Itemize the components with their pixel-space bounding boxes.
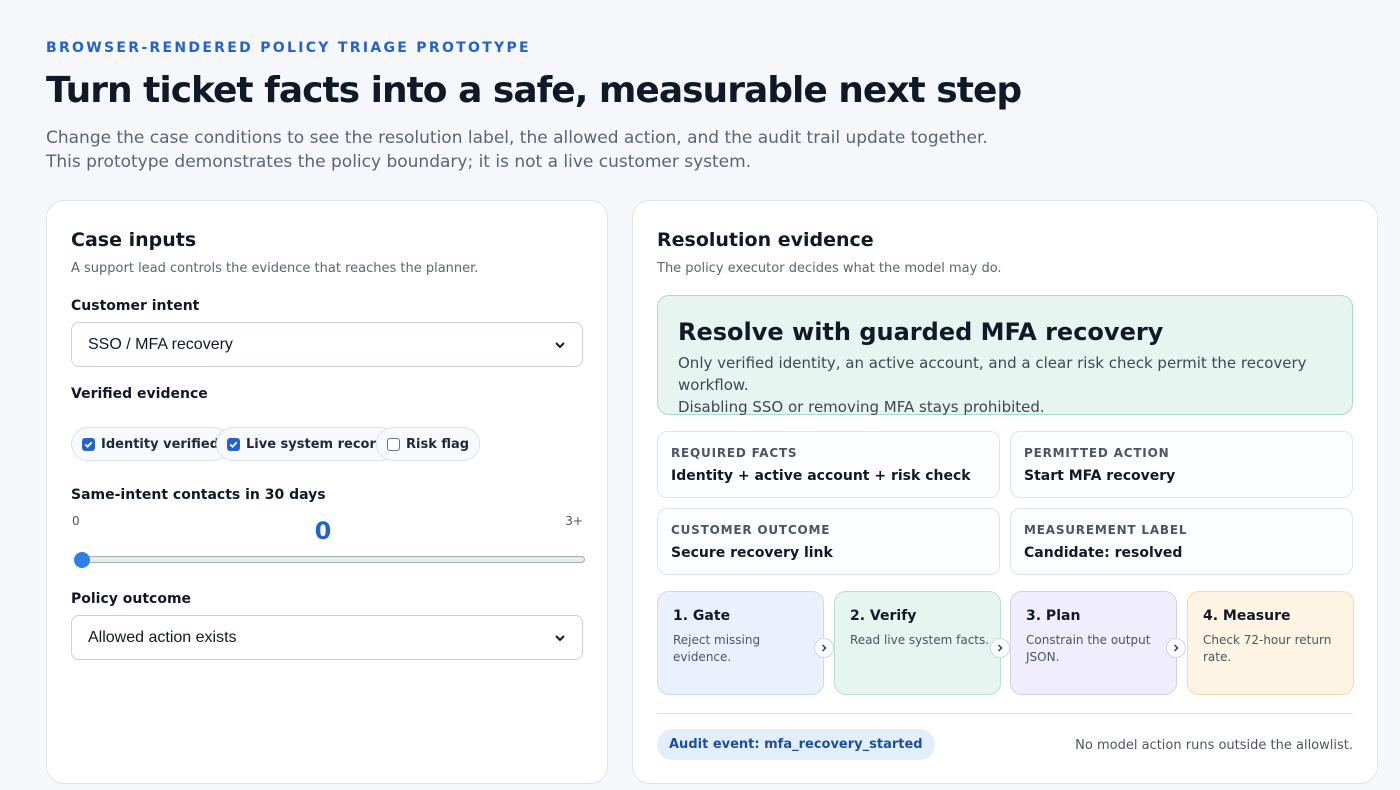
page: BROWSER-RENDERED POLICY TRIAGE PROTOTYPE… <box>0 0 1400 790</box>
contacts-max-label: 3+ <box>565 514 583 528</box>
audit-event-badge: Audit event: mfa_recovery_started <box>657 729 935 760</box>
resolution-line-1: Only verified identity, an active accoun… <box>678 354 1307 394</box>
identity-verified-checkbox[interactable]: Identity verified <box>71 427 231 461</box>
resolution-evidence-card: Resolution evidence The policy executor … <box>632 200 1378 784</box>
customer-intent-value: SSO / MFA recovery <box>88 335 233 353</box>
risk-flag-checkbox[interactable]: Risk flag <box>376 427 481 461</box>
verified-evidence-label: Verified evidence <box>71 386 208 402</box>
chevron-right-icon <box>990 638 1010 658</box>
checkbox-checked-icon <box>227 437 240 451</box>
fact-value: Start MFA recovery <box>1024 468 1176 484</box>
contacts-slider-thumb[interactable] <box>74 552 90 568</box>
live-system-record-label: Live system record <box>246 436 386 452</box>
identity-verified-label: Identity verified <box>101 436 220 452</box>
permitted-action-card: PERMITTED ACTION Start MFA recovery <box>1010 431 1353 498</box>
resolution-title: Resolve with guarded MFA recovery <box>678 318 1164 346</box>
contacts-label: Same-intent contacts in 30 days <box>71 487 326 503</box>
step-description: Read live system facts. <box>850 633 990 647</box>
required-facts-card: REQUIRED FACTS Identity + active account… <box>657 431 1000 498</box>
step-description: Check 72-hour return rate. <box>1203 633 1332 664</box>
description-line-2: This prototype demonstrates the policy b… <box>46 152 752 172</box>
measurement-label-card: MEASUREMENT LABEL Candidate: resolved <box>1010 508 1353 575</box>
fact-label: CUSTOMER OUTCOME <box>671 523 831 537</box>
resolution-line-2: Disabling SSO or removing MFA stays proh… <box>678 398 1045 416</box>
step-title: 3. Plan <box>1026 608 1081 624</box>
customer-intent-select[interactable]: SSO / MFA recovery <box>71 322 583 367</box>
divider <box>657 713 1353 714</box>
page-description: Change the case conditions to see the re… <box>46 126 1046 174</box>
customer-outcome-card: CUSTOMER OUTCOME Secure recovery link <box>657 508 1000 575</box>
allowlist-note: No model action runs outside the allowli… <box>1075 738 1353 753</box>
contacts-min-label: 0 <box>72 514 80 528</box>
step-title: 4. Measure <box>1203 608 1291 624</box>
step-title: 2. Verify <box>850 608 917 624</box>
customer-intent-label: Customer intent <box>71 298 200 314</box>
policy-outcome-select[interactable]: Allowed action exists <box>71 615 583 660</box>
chevron-down-icon <box>555 634 565 641</box>
description-line-1: Change the case conditions to see the re… <box>46 128 988 148</box>
fact-label: REQUIRED FACTS <box>671 446 798 460</box>
fact-value: Candidate: resolved <box>1024 545 1183 561</box>
step-gate: 1. Gate Reject missing evidence. <box>657 591 824 695</box>
checkbox-unchecked-icon <box>387 437 400 451</box>
live-system-record-checkbox[interactable]: Live system record <box>216 427 397 461</box>
resolution-evidence-title: Resolution evidence <box>657 229 874 251</box>
chevron-down-icon <box>555 341 565 348</box>
case-inputs-title: Case inputs <box>71 229 197 251</box>
fact-label: MEASUREMENT LABEL <box>1024 523 1188 537</box>
resolution-description: Only verified identity, an active accoun… <box>678 352 1338 418</box>
risk-flag-label: Risk flag <box>406 436 470 452</box>
case-inputs-subtitle: A support lead controls the evidence tha… <box>71 261 479 276</box>
step-plan: 3. Plan Constrain the output JSON. <box>1010 591 1177 695</box>
step-verify: 2. Verify Read live system facts. <box>834 591 1001 695</box>
step-title: 1. Gate <box>673 608 731 624</box>
step-measure: 4. Measure Check 72-hour return rate. <box>1187 591 1354 695</box>
checkbox-checked-icon <box>82 437 95 451</box>
step-description: Constrain the output JSON. <box>1026 633 1151 664</box>
fact-value: Secure recovery link <box>671 545 833 561</box>
policy-outcome-value: Allowed action exists <box>88 628 237 646</box>
fact-label: PERMITTED ACTION <box>1024 446 1170 460</box>
contacts-slider-track[interactable] <box>75 556 585 563</box>
page-title: Turn ticket facts into a safe, measurabl… <box>46 70 1022 111</box>
policy-outcome-label: Policy outcome <box>71 591 192 607</box>
step-description: Reject missing evidence. <box>673 633 761 664</box>
eyebrow: BROWSER-RENDERED POLICY TRIAGE PROTOTYPE <box>46 40 531 56</box>
resolution-evidence-subtitle: The policy executor decides what the mod… <box>657 261 1002 276</box>
case-inputs-card: Case inputs A support lead controls the … <box>46 200 608 784</box>
contacts-value: 0 <box>314 517 332 545</box>
fact-value: Identity + active account + risk check <box>671 468 971 484</box>
chevron-right-icon <box>814 638 834 658</box>
chevron-right-icon <box>1166 638 1186 658</box>
resolution-banner: Resolve with guarded MFA recovery Only v… <box>657 295 1353 418</box>
